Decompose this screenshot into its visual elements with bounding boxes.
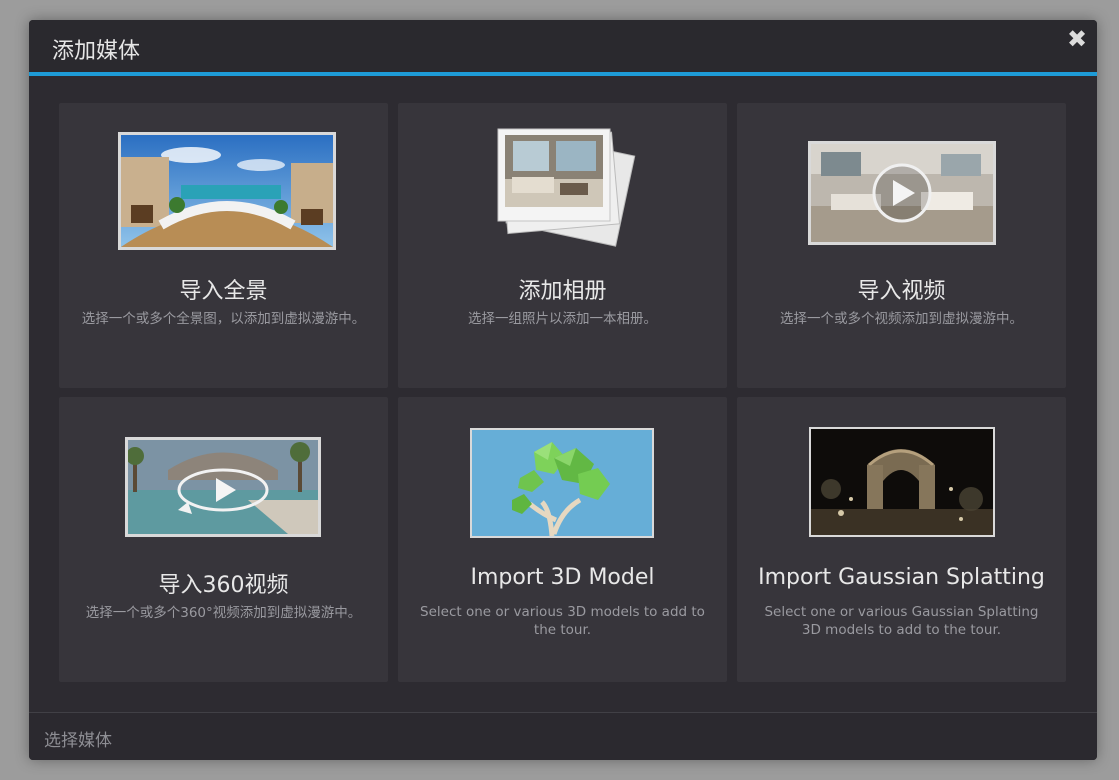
3d-model-icon bbox=[470, 428, 654, 538]
panorama-thumbnail-icon bbox=[118, 132, 336, 250]
import-360-video-card[interactable]: 导入360视频 选择一个或多个360°视频添加到虚拟漫游中。 bbox=[59, 397, 388, 682]
card-description: 选择一个或多个视频添加到虚拟漫游中。 bbox=[780, 311, 1023, 327]
card-title: Import 3D Model bbox=[470, 565, 655, 590]
card-title: 导入360视频 bbox=[158, 573, 289, 598]
import-3d-model-card[interactable]: Import 3D Model Select one or various 3D… bbox=[398, 397, 727, 682]
card-description: 选择一个或多个360°视频添加到虚拟漫游中。 bbox=[85, 605, 362, 621]
card-description: 选择一个或多个全景图，以添加到虚拟漫游中。 bbox=[81, 311, 366, 327]
dialog-header: 添加媒体 ✖ bbox=[29, 20, 1097, 76]
gaussian-splatting-icon bbox=[809, 427, 995, 537]
card-title: Import Gaussian Splatting bbox=[758, 565, 1045, 590]
dialog-footer: 选择媒体 bbox=[29, 712, 1097, 760]
import-panorama-card[interactable]: 导入全景 选择一个或多个全景图，以添加到虚拟漫游中。 bbox=[59, 103, 388, 388]
card-title: 添加相册 bbox=[518, 279, 607, 304]
card-title: 导入全景 bbox=[179, 279, 268, 304]
add-album-card[interactable]: 添加相册 选择一组照片以添加一本相册。 bbox=[398, 103, 727, 388]
footer-status-label: 选择媒体 bbox=[44, 731, 112, 751]
media-options-grid: 导入全景 选择一个或多个全景图，以添加到虚拟漫游中。 添加相册 选择一组照片以添… bbox=[59, 103, 1067, 683]
photo-album-icon bbox=[488, 121, 638, 255]
import-video-card[interactable]: 导入视频 选择一个或多个视频添加到虚拟漫游中。 bbox=[737, 103, 1066, 388]
dialog-title: 添加媒体 bbox=[52, 39, 141, 64]
close-icon[interactable]: ✖ bbox=[1066, 26, 1088, 52]
card-title: 导入视频 bbox=[857, 279, 946, 304]
card-description: Select one or various 3D models to add t… bbox=[420, 604, 705, 638]
video-thumbnail-icon bbox=[808, 141, 996, 245]
import-gaussian-splatting-card[interactable]: Import Gaussian Splatting Select one or … bbox=[737, 397, 1066, 682]
video-360-icon bbox=[125, 437, 321, 537]
add-media-dialog: 添加媒体 ✖ 导入全景 选择一个或多个全景图，以添加到虚拟漫游中。 添加相册 选… bbox=[29, 20, 1097, 760]
card-description: 选择一组照片以添加一本相册。 bbox=[468, 311, 657, 327]
card-description: Select one or various Gaussian Splatting… bbox=[764, 604, 1039, 638]
